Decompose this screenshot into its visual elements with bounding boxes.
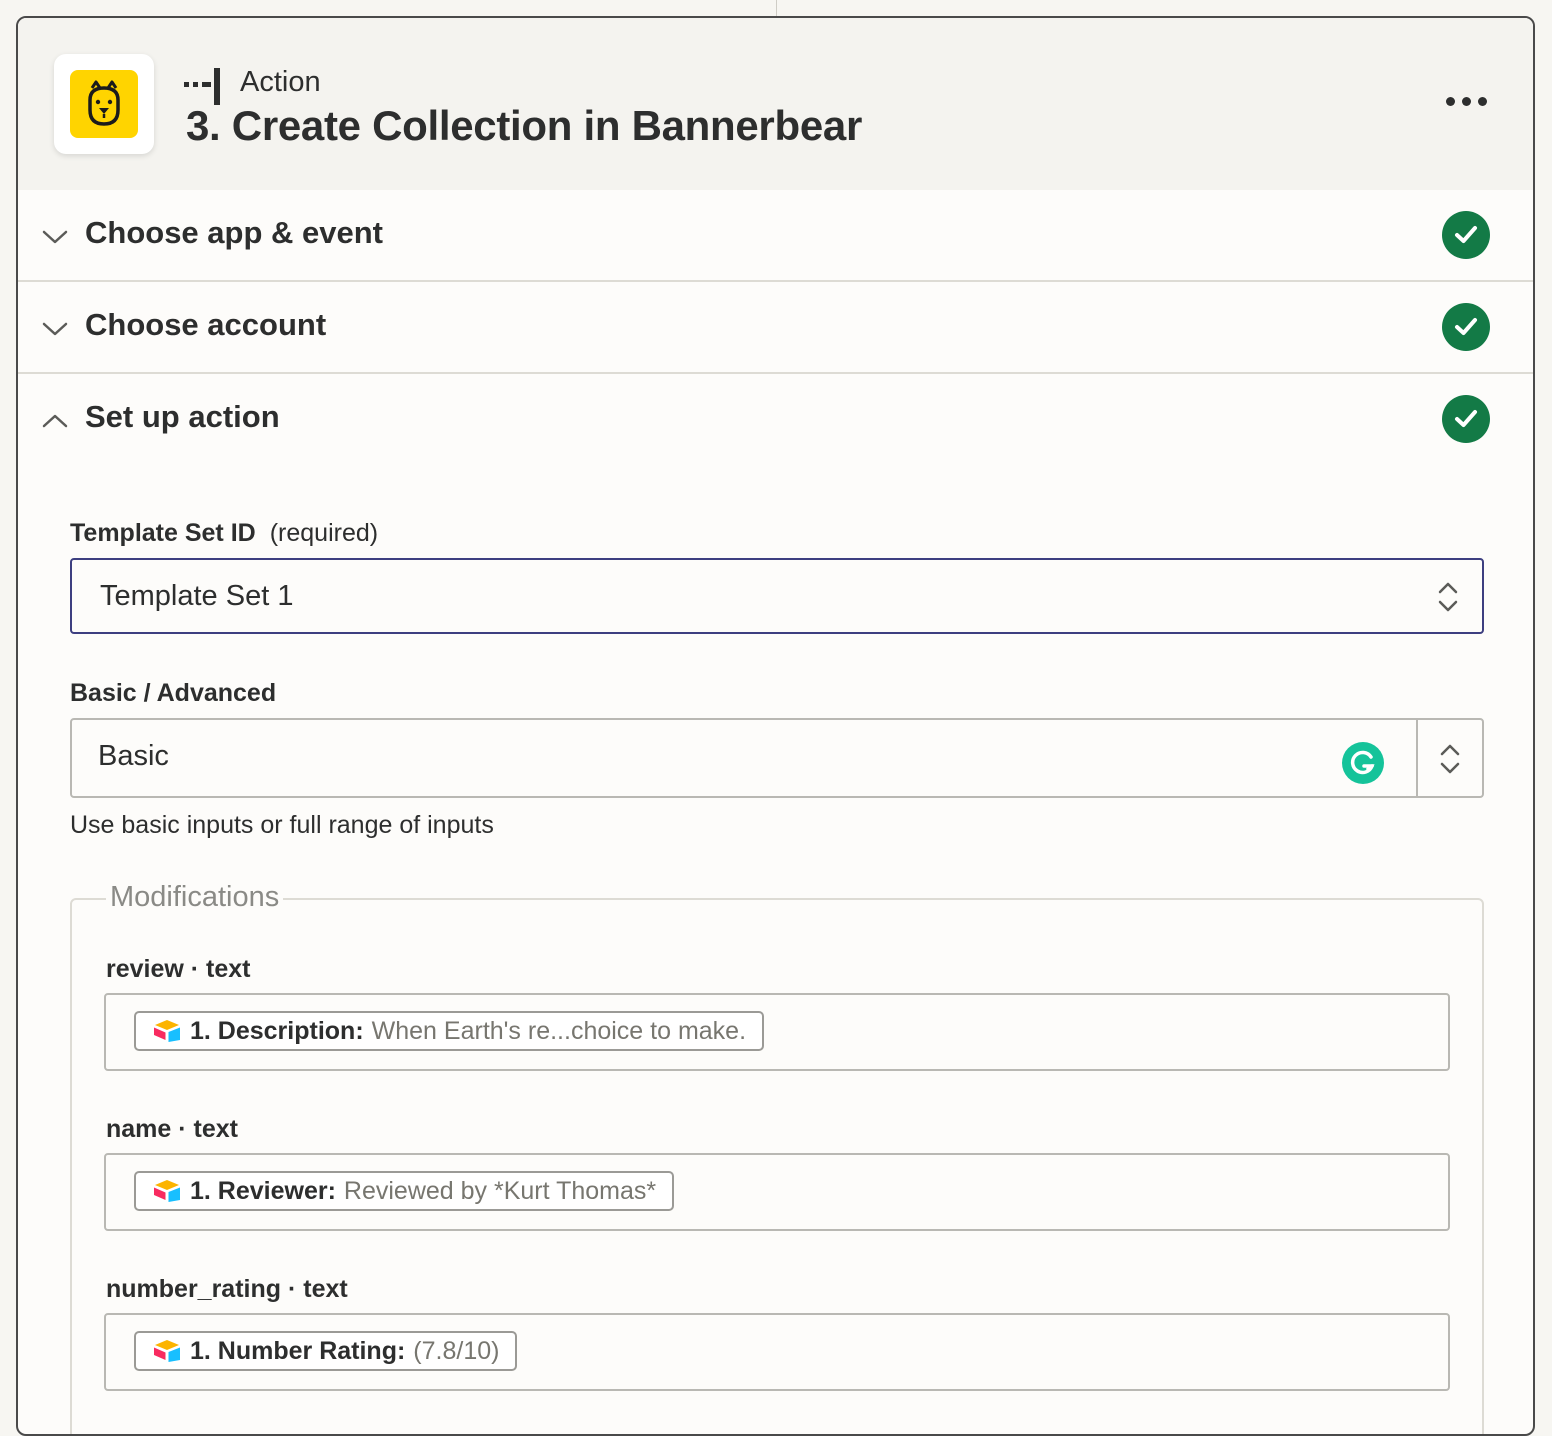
mode-stepper[interactable] — [1416, 718, 1484, 798]
mapped-field-pill[interactable]: 1. Description: When Earth's re...choice… — [134, 1011, 765, 1051]
pill-value: Reviewed by *Kurt Thomas* — [343, 1176, 657, 1205]
mode-select[interactable]: Basic — [70, 718, 1418, 798]
app-tile — [54, 54, 154, 154]
section-label: Set up action — [85, 399, 280, 434]
more-options-icon[interactable] — [1438, 84, 1494, 120]
updown-icon — [1438, 582, 1458, 612]
section-label: Choose app & event — [85, 215, 383, 250]
template-set-value: Template Set 1 — [100, 580, 294, 612]
chevron-down-icon — [42, 230, 68, 244]
pill-key: 1. Number Rating: — [190, 1336, 406, 1365]
pill-value: When Earth's re...choice to make. — [371, 1016, 747, 1045]
airtable-icon — [154, 1180, 180, 1202]
mapped-field-pill[interactable]: 1. Number Rating: (7.8/10) — [134, 1331, 518, 1371]
updown-icon — [1440, 744, 1460, 774]
pill-key: 1. Reviewer: — [190, 1176, 336, 1205]
review-field-input[interactable]: 1. Description: When Earth's re...choice… — [104, 993, 1450, 1071]
section-choose-account[interactable]: Choose account — [18, 282, 1533, 374]
required-indicator: (required) — [269, 519, 379, 547]
modifications-legend: Modifications — [106, 881, 284, 914]
pill-key: 1. Description: — [190, 1016, 364, 1045]
zap-step-card: Action 3. Create Collection in Bannerbea… — [16, 16, 1535, 1436]
section-choose-app-event[interactable]: Choose app & event — [18, 190, 1533, 282]
step-kind-label: Action — [240, 66, 321, 98]
review-field-label: review · text — [106, 955, 251, 983]
number-rating-field-input[interactable]: 1. Number Rating: (7.8/10) — [104, 1313, 1450, 1391]
section-label: Choose account — [85, 307, 327, 342]
template-set-label-text: Template Set ID — [70, 519, 256, 547]
check-icon — [1442, 395, 1490, 443]
check-icon — [1442, 303, 1490, 351]
mode-value: Basic — [98, 740, 169, 772]
connector-line — [776, 0, 777, 17]
pill-value: (7.8/10) — [413, 1336, 500, 1365]
name-field-input[interactable]: 1. Reviewer: Reviewed by *Kurt Thomas* — [104, 1153, 1450, 1231]
template-set-label: Template Set ID (required) — [70, 519, 378, 548]
bannerbear-logo-icon — [70, 70, 138, 138]
template-set-select[interactable]: Template Set 1 — [70, 558, 1484, 634]
airtable-icon — [154, 1340, 180, 1362]
number-rating-field-label: number_rating · text — [106, 1275, 348, 1303]
check-icon — [1442, 211, 1490, 259]
mode-help-text: Use basic inputs or full range of inputs — [70, 811, 494, 839]
step-header: Action 3. Create Collection in Bannerbea… — [18, 18, 1533, 192]
mapped-field-pill[interactable]: 1. Reviewer: Reviewed by *Kurt Thomas* — [134, 1171, 675, 1211]
chevron-down-icon — [42, 322, 68, 336]
mode-label: Basic / Advanced — [70, 679, 277, 707]
section-set-up-action[interactable]: Set up action — [18, 374, 1533, 464]
grammarly-icon[interactable] — [1342, 742, 1384, 784]
step-title[interactable]: 3. Create Collection in Bannerbear — [186, 102, 862, 150]
airtable-icon — [154, 1020, 180, 1042]
name-field-label: name · text — [106, 1115, 238, 1143]
chevron-up-icon — [42, 414, 68, 428]
